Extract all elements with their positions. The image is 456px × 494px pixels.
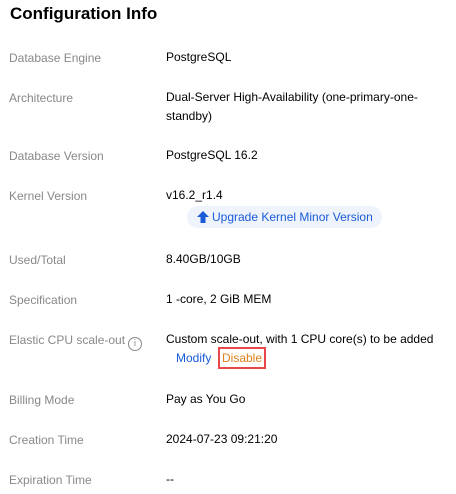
label-creation-time: Creation Time: [9, 433, 84, 447]
value-architecture: Dual-Server High-Availability (one-prima…: [166, 90, 418, 123]
label-used-total: Used/Total: [9, 253, 66, 267]
upgrade-kernel-label: Upgrade Kernel Minor Version: [212, 210, 373, 224]
value-billing-mode: Pay as You Go: [166, 392, 246, 406]
label-database-version: Database Version: [9, 149, 104, 163]
label-specification: Specification: [9, 293, 78, 307]
value-used-total: 8.40GB/10GB: [166, 252, 241, 266]
value-creation-time: 2024-07-23 09:21:20: [166, 432, 278, 446]
value-elastic-cpu-scale-out: Custom scale-out, with 1 CPU core(s) to …: [166, 332, 434, 346]
value-kernel-version: v16.2_r1.4: [166, 188, 223, 202]
label-elastic-cpu-scale-out: Elastic CPU scale-out i: [9, 333, 143, 351]
label-expiration-time: Expiration Time: [9, 473, 92, 487]
label-billing-mode: Billing Mode: [9, 393, 75, 407]
disable-link[interactable]: Disable: [222, 351, 262, 365]
value-expiration-time: --: [166, 472, 174, 486]
value-database-engine: PostgreSQL: [166, 50, 232, 64]
disable-link-highlight: Disable: [218, 347, 266, 369]
upload-arrow-icon: [197, 211, 209, 223]
upgrade-kernel-minor-version-button[interactable]: Upgrade Kernel Minor Version: [187, 206, 382, 228]
elastic-cpu-label-text: Elastic CPU scale-out: [9, 333, 126, 347]
section-title: Configuration Info: [10, 4, 158, 23]
value-database-version: PostgreSQL 16.2: [166, 148, 258, 162]
label-database-engine: Database Engine: [9, 51, 102, 65]
value-specification: 1 -core, 2 GiB MEM: [166, 292, 272, 306]
modify-link[interactable]: Modify: [176, 351, 211, 365]
label-kernel-version: Kernel Version: [9, 189, 88, 203]
info-icon[interactable]: i: [128, 337, 143, 351]
configuration-info-panel: Configuration Info Database Engine Postg…: [0, 0, 456, 494]
label-architecture: Architecture: [9, 91, 74, 105]
